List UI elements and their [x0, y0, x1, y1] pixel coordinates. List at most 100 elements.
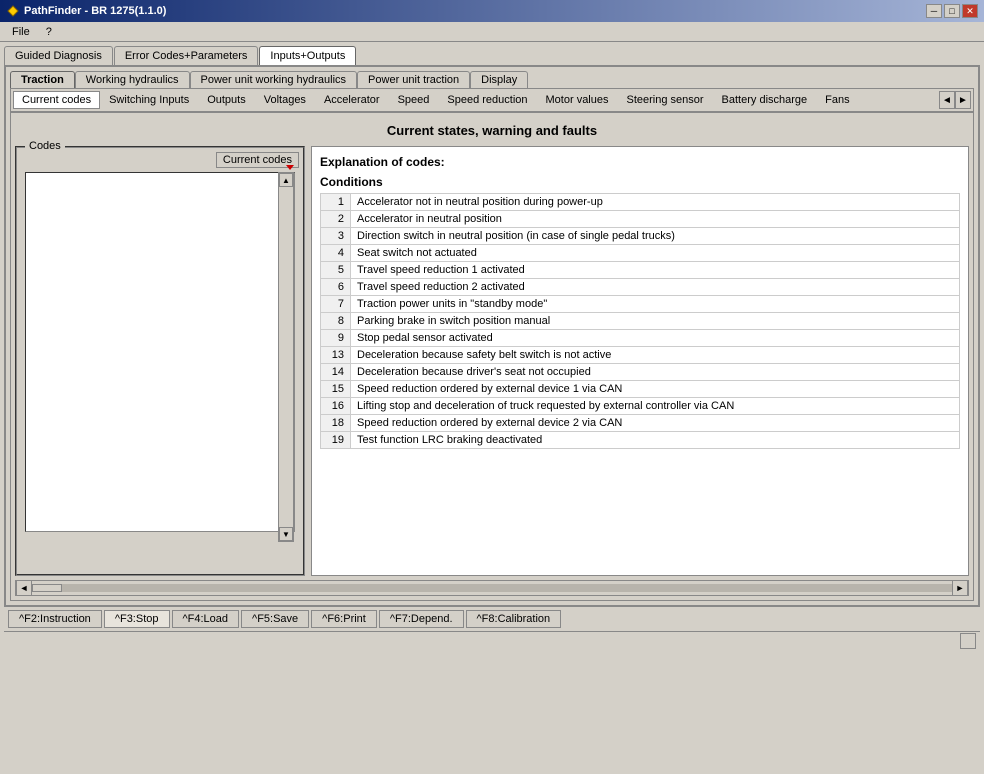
condition-text: Direction switch in neutral position (in…	[351, 228, 960, 245]
sub-tab-outputs[interactable]: Outputs	[198, 91, 255, 109]
sub-tab-battery-discharge[interactable]: Battery discharge	[713, 91, 817, 109]
sub-tab-switching-inputs[interactable]: Switching Inputs	[100, 91, 198, 109]
minimize-button[interactable]: ─	[926, 4, 942, 18]
table-row: 13Deceleration because safety belt switc…	[321, 347, 960, 364]
condition-number: 2	[321, 211, 351, 228]
f5-save-button[interactable]: ^F5:Save	[241, 610, 309, 628]
status-bar	[4, 631, 980, 649]
table-row: 18Speed reduction ordered by external de…	[321, 415, 960, 432]
table-row: 14Deceleration because driver's seat not…	[321, 364, 960, 381]
close-button[interactable]: ✕	[962, 4, 978, 18]
condition-number: 7	[321, 296, 351, 313]
codes-legend: Codes	[25, 140, 65, 152]
app-icon	[6, 4, 20, 18]
explanation-title: Explanation of codes:	[320, 155, 960, 169]
h-scroll-right-button[interactable]: ►	[952, 580, 968, 596]
h-scroll-track	[32, 584, 952, 592]
two-pane: Codes Current codes ▲ ▼ Explanation of	[15, 146, 969, 576]
condition-number: 9	[321, 330, 351, 347]
sub-tab-fans[interactable]: Fans	[816, 91, 858, 109]
inner-tab-working-hydraulics[interactable]: Working hydraulics	[75, 71, 190, 88]
condition-number: 16	[321, 398, 351, 415]
conditions-table: 1Accelerator not in neutral position dur…	[320, 193, 960, 449]
condition-text: Speed reduction ordered by external devi…	[351, 381, 960, 398]
condition-text: Speed reduction ordered by external devi…	[351, 415, 960, 432]
condition-text: Traction power units in "standby mode"	[351, 296, 960, 313]
f2-instruction-button[interactable]: ^F2:Instruction	[8, 610, 102, 628]
menu-help[interactable]: ?	[38, 24, 60, 40]
app-title: PathFinder - BR 1275(1.1.0)	[24, 5, 166, 17]
table-row: 7Traction power units in "standby mode"	[321, 296, 960, 313]
conditions-title: Conditions	[320, 175, 960, 189]
condition-number: 3	[321, 228, 351, 245]
condition-number: 1	[321, 194, 351, 211]
table-row: 1Accelerator not in neutral position dur…	[321, 194, 960, 211]
table-row: 15Speed reduction ordered by external de…	[321, 381, 960, 398]
codes-list	[25, 172, 295, 532]
menu-file[interactable]: File	[4, 24, 38, 40]
table-row: 2Accelerator in neutral position	[321, 211, 960, 228]
f8-calibration-button[interactable]: ^F8:Calibration	[466, 610, 562, 628]
inner-tab-traction[interactable]: Traction	[10, 71, 75, 88]
tab-guided-diagnosis[interactable]: Guided Diagnosis	[4, 46, 113, 65]
table-row: 19Test function LRC braking deactivated	[321, 432, 960, 449]
condition-text: Accelerator not in neutral position duri…	[351, 194, 960, 211]
condition-number: 5	[321, 262, 351, 279]
table-row: 6Travel speed reduction 2 activated	[321, 279, 960, 296]
sub-tab-voltages[interactable]: Voltages	[255, 91, 315, 109]
sub-tab-nav: ◄ ►	[939, 91, 971, 109]
sub-tab-accelerator[interactable]: Accelerator	[315, 91, 389, 109]
f6-print-button[interactable]: ^F6:Print	[311, 610, 377, 628]
status-icon	[960, 633, 976, 649]
title-bar-buttons: ─ □ ✕	[926, 4, 978, 18]
h-scrollbar: ◄ ►	[15, 580, 969, 596]
f7-depend-button[interactable]: ^F7:Depend.	[379, 610, 464, 628]
condition-text: Lifting stop and deceleration of truck r…	[351, 398, 960, 415]
sub-tab-speed[interactable]: Speed	[389, 91, 439, 109]
scroll-down-button[interactable]: ▼	[279, 527, 293, 541]
table-row: 4Seat switch not actuated	[321, 245, 960, 262]
table-row: 9Stop pedal sensor activated	[321, 330, 960, 347]
sub-tab-motor-values[interactable]: Motor values	[537, 91, 618, 109]
inner-tab-power-unit-working-hydraulics[interactable]: Power unit working hydraulics	[190, 71, 358, 88]
sub-tab-steering-sensor[interactable]: Steering sensor	[618, 91, 713, 109]
inner-tab-display[interactable]: Display	[470, 71, 528, 88]
content-area: Current states, warning and faults Codes…	[10, 112, 974, 601]
title-bar-text: PathFinder - BR 1275(1.1.0)	[6, 4, 166, 18]
condition-number: 13	[321, 347, 351, 364]
condition-number: 15	[321, 381, 351, 398]
condition-number: 8	[321, 313, 351, 330]
condition-number: 19	[321, 432, 351, 449]
inner-tab-bar: Traction Working hydraulics Power unit w…	[10, 71, 974, 88]
sub-tab-prev-button[interactable]: ◄	[939, 91, 955, 109]
page-title: Current states, warning and faults	[15, 123, 969, 138]
sub-tab-current-codes[interactable]: Current codes	[13, 91, 100, 109]
sub-tab-speed-reduction[interactable]: Speed reduction	[438, 91, 536, 109]
app-body: Guided Diagnosis Error Codes+Parameters …	[0, 42, 984, 653]
top-tab-bar: Guided Diagnosis Error Codes+Parameters …	[4, 46, 980, 65]
tab-inputs-outputs[interactable]: Inputs+Outputs	[259, 46, 356, 65]
h-scroll-left-button[interactable]: ◄	[16, 580, 32, 596]
sub-tab-next-button[interactable]: ►	[955, 91, 971, 109]
table-row: 3Direction switch in neutral position (i…	[321, 228, 960, 245]
bottom-buttons: ^F2:Instruction ^F3:Stop ^F4:Load ^F5:Sa…	[4, 607, 980, 631]
condition-number: 6	[321, 279, 351, 296]
h-scroll-thumb[interactable]	[32, 584, 62, 592]
condition-number: 14	[321, 364, 351, 381]
f3-stop-button[interactable]: ^F3:Stop	[104, 610, 170, 628]
menu-bar: File ?	[0, 22, 984, 42]
condition-number: 18	[321, 415, 351, 432]
main-panel: Traction Working hydraulics Power unit w…	[4, 65, 980, 607]
f4-load-button[interactable]: ^F4:Load	[172, 610, 240, 628]
maximize-button[interactable]: □	[944, 4, 960, 18]
table-row: 16Lifting stop and deceleration of truck…	[321, 398, 960, 415]
inner-tab-power-unit-traction[interactable]: Power unit traction	[357, 71, 470, 88]
current-codes-button[interactable]: Current codes	[216, 152, 299, 168]
condition-text: Parking brake in switch position manual	[351, 313, 960, 330]
tab-error-codes[interactable]: Error Codes+Parameters	[114, 46, 259, 65]
codes-scrollbar[interactable]: ▲ ▼	[278, 172, 294, 542]
table-row: 5Travel speed reduction 1 activated	[321, 262, 960, 279]
condition-text: Stop pedal sensor activated	[351, 330, 960, 347]
condition-text: Travel speed reduction 2 activated	[351, 279, 960, 296]
scroll-up-button[interactable]: ▲	[279, 173, 293, 187]
